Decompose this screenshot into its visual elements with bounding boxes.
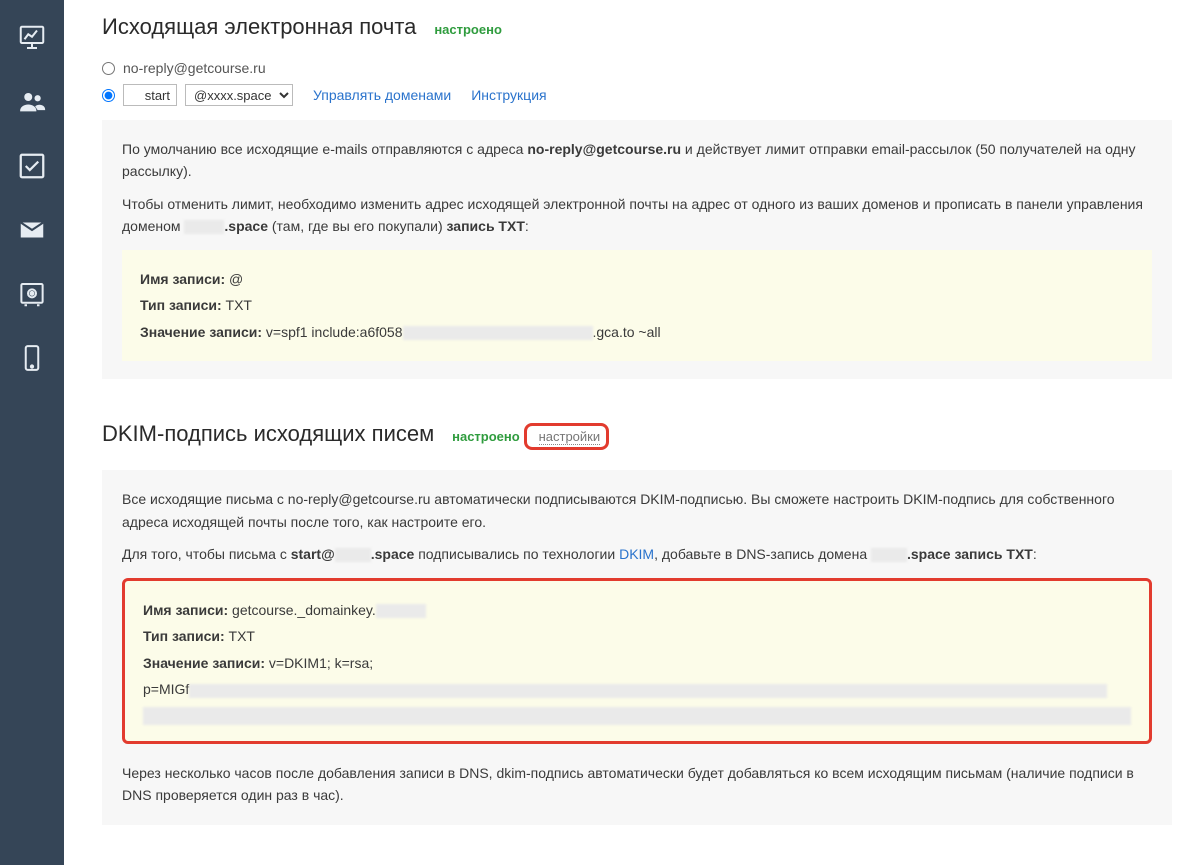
radio-noreply-row: no-reply@getcourse.ru [102, 60, 1172, 76]
record-name-row: Имя записи: @ [140, 266, 1134, 293]
record-type-row: Тип записи: TXT [140, 292, 1134, 319]
email-local-input[interactable] [123, 84, 177, 106]
redacted-domain [184, 220, 224, 234]
dkim-settings-highlight: настройки [524, 423, 610, 450]
sidebar [0, 0, 64, 865]
outgoing-status-badge: настроено [434, 22, 502, 37]
outgoing-record-box: Имя записи: @ Тип записи: TXT Значение з… [122, 250, 1152, 362]
mobile-icon [17, 343, 47, 373]
redacted-dkim-key-2 [143, 707, 1131, 725]
record-value-row: Значение записи: v=spf1 include:a6f058.g… [140, 319, 1134, 346]
users-icon [17, 87, 47, 117]
redacted-domainkey [376, 604, 426, 618]
outgoing-info-block: По умолчанию все исходящие e-mails отпра… [102, 120, 1172, 379]
outgoing-title: Исходящая электронная почта [102, 14, 416, 40]
redacted-domain [871, 548, 907, 562]
radio-custom-row: @xxxx.space Управлять доменами Инструкци… [102, 84, 1172, 106]
redacted-spf [403, 326, 593, 340]
dkim-link[interactable]: DKIM [619, 546, 654, 562]
outgoing-info-p2: Чтобы отменить лимит, необходимо изменит… [122, 193, 1152, 238]
redacted-domain [335, 548, 371, 562]
dkim-below-note: Через несколько часов после добавления з… [122, 762, 1152, 807]
outgoing-info-p1: По умолчанию все исходящие e-mails отпра… [122, 138, 1152, 183]
outgoing-header: Исходящая электронная почта настроено [102, 14, 1172, 40]
dkim-title: DKIM-подпись исходящих писем [102, 421, 434, 447]
safe-gear-icon [17, 279, 47, 309]
dkim-header: DKIM-подпись исходящих писем настроено н… [102, 421, 1172, 450]
dkim-record-name-row: Имя записи: getcourse._domainkey. [143, 597, 1131, 624]
dkim-record-type-row: Тип записи: TXT [143, 623, 1131, 650]
dkim-record-value-row: Значение записи: v=DKIM1; k=rsa; p=MIGf [143, 650, 1131, 725]
main-content: Исходящая электронная почта настроено no… [64, 0, 1200, 865]
instructions-link[interactable]: Инструкция [471, 87, 546, 103]
sidebar-item-settings[interactable] [0, 262, 64, 326]
sidebar-item-analytics[interactable] [0, 6, 64, 70]
sidebar-item-mail[interactable] [0, 198, 64, 262]
dkim-info-block: Все исходящие письма с no-reply@getcours… [102, 470, 1172, 824]
presentation-chart-icon [17, 23, 47, 53]
sidebar-item-community[interactable] [0, 70, 64, 134]
manage-domains-link[interactable]: Управлять доменами [313, 87, 451, 103]
dkim-info-p2: Для того, чтобы письма с start@.space по… [122, 543, 1152, 565]
dkim-settings-link[interactable]: настройки [539, 429, 601, 445]
envelope-icon [17, 215, 47, 245]
dkim-record-box: Имя записи: getcourse._domainkey. Тип за… [122, 578, 1152, 744]
radio-custom[interactable] [102, 89, 115, 102]
sidebar-item-mobile[interactable] [0, 326, 64, 390]
sidebar-item-tasks[interactable] [0, 134, 64, 198]
dkim-status-badge: настроено [452, 429, 520, 444]
radio-noreply-label: no-reply@getcourse.ru [123, 60, 266, 76]
redacted-dkim-key [189, 684, 1107, 698]
dkim-info-p1: Все исходящие письма с no-reply@getcours… [122, 488, 1152, 533]
checkbox-icon [17, 151, 47, 181]
domain-select[interactable]: @xxxx.space [185, 84, 293, 106]
radio-noreply[interactable] [102, 62, 115, 75]
